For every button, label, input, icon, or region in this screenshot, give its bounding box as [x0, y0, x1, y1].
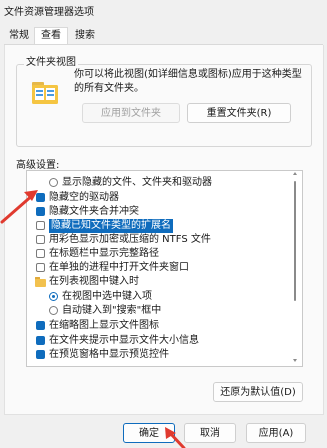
folder-views-label: 文件夹视图 — [24, 53, 78, 68]
advanced-settings-label: 高级设置: — [16, 160, 60, 171]
title-bar: 文件资源管理器选项 — [0, 0, 327, 22]
checkbox-unchecked-icon[interactable] — [36, 263, 45, 272]
apply-button[interactable]: 应用(A) — [246, 423, 306, 443]
radio-selected-icon[interactable] — [49, 292, 58, 301]
tree-item-select-typed[interactable]: 在视图中选中键入项 — [27, 290, 287, 304]
folder-views-description: 你可以将此视图(如详细信息或图标)应用于这种类型的所有文件夹。 — [74, 69, 302, 94]
scroll-down-icon — [293, 359, 297, 362]
tree-group-typing-in-list: 在列表视图中键入时 — [27, 275, 287, 289]
checkbox-checked-icon[interactable] — [36, 321, 45, 330]
tree-scrollbar[interactable] — [290, 171, 300, 364]
checkbox-checked-icon[interactable] — [36, 350, 45, 359]
folder-icon — [35, 277, 46, 287]
restore-defaults-button[interactable]: 还原为默认值(D) — [213, 382, 303, 402]
window-title: 文件资源管理器选项 — [4, 7, 94, 18]
scroll-thumb — [294, 181, 296, 301]
tree-item-full-path[interactable]: 在标题栏中显示完整路径 — [27, 247, 287, 261]
radio-icon[interactable] — [49, 306, 58, 315]
tree-item-separate-process[interactable]: 在单独的进程中打开文件夹窗口 — [27, 261, 287, 275]
tab-general[interactable]: 常规 — [6, 28, 32, 44]
tree-item-color-ntfs[interactable]: 用彩色显示加密或压缩的 NTFS 文件 — [27, 233, 287, 247]
reset-folders-button[interactable]: 重置文件夹(R) — [187, 103, 291, 123]
red-arrow-annotation-icon — [165, 427, 186, 448]
tree-item-folder-tip-size[interactable]: 在文件夹提示中显示文件大小信息 — [27, 334, 287, 348]
tree-item-type-into-search[interactable]: 自动键入到"搜索"框中 — [27, 304, 287, 318]
scroll-up-icon — [293, 172, 297, 175]
checkbox-unchecked-icon[interactable] — [36, 235, 45, 244]
checkbox-checked-icon[interactable] — [36, 336, 45, 345]
tab-search[interactable]: 搜索 — [70, 28, 100, 44]
checkbox-unchecked-icon[interactable] — [36, 249, 45, 258]
folder-view-icon — [32, 82, 58, 104]
apply-to-folders-button[interactable]: 应用到文件夹 — [82, 103, 180, 123]
red-arrow-annotation-icon — [0, 190, 38, 224]
tree-item-thumbnail-icons[interactable]: 在缩略图上显示文件图标 — [27, 319, 287, 333]
cancel-button[interactable]: 取消 — [184, 423, 236, 443]
tree-item-preview-handlers[interactable]: 在预览窗格中显示预览控件 — [27, 348, 287, 362]
